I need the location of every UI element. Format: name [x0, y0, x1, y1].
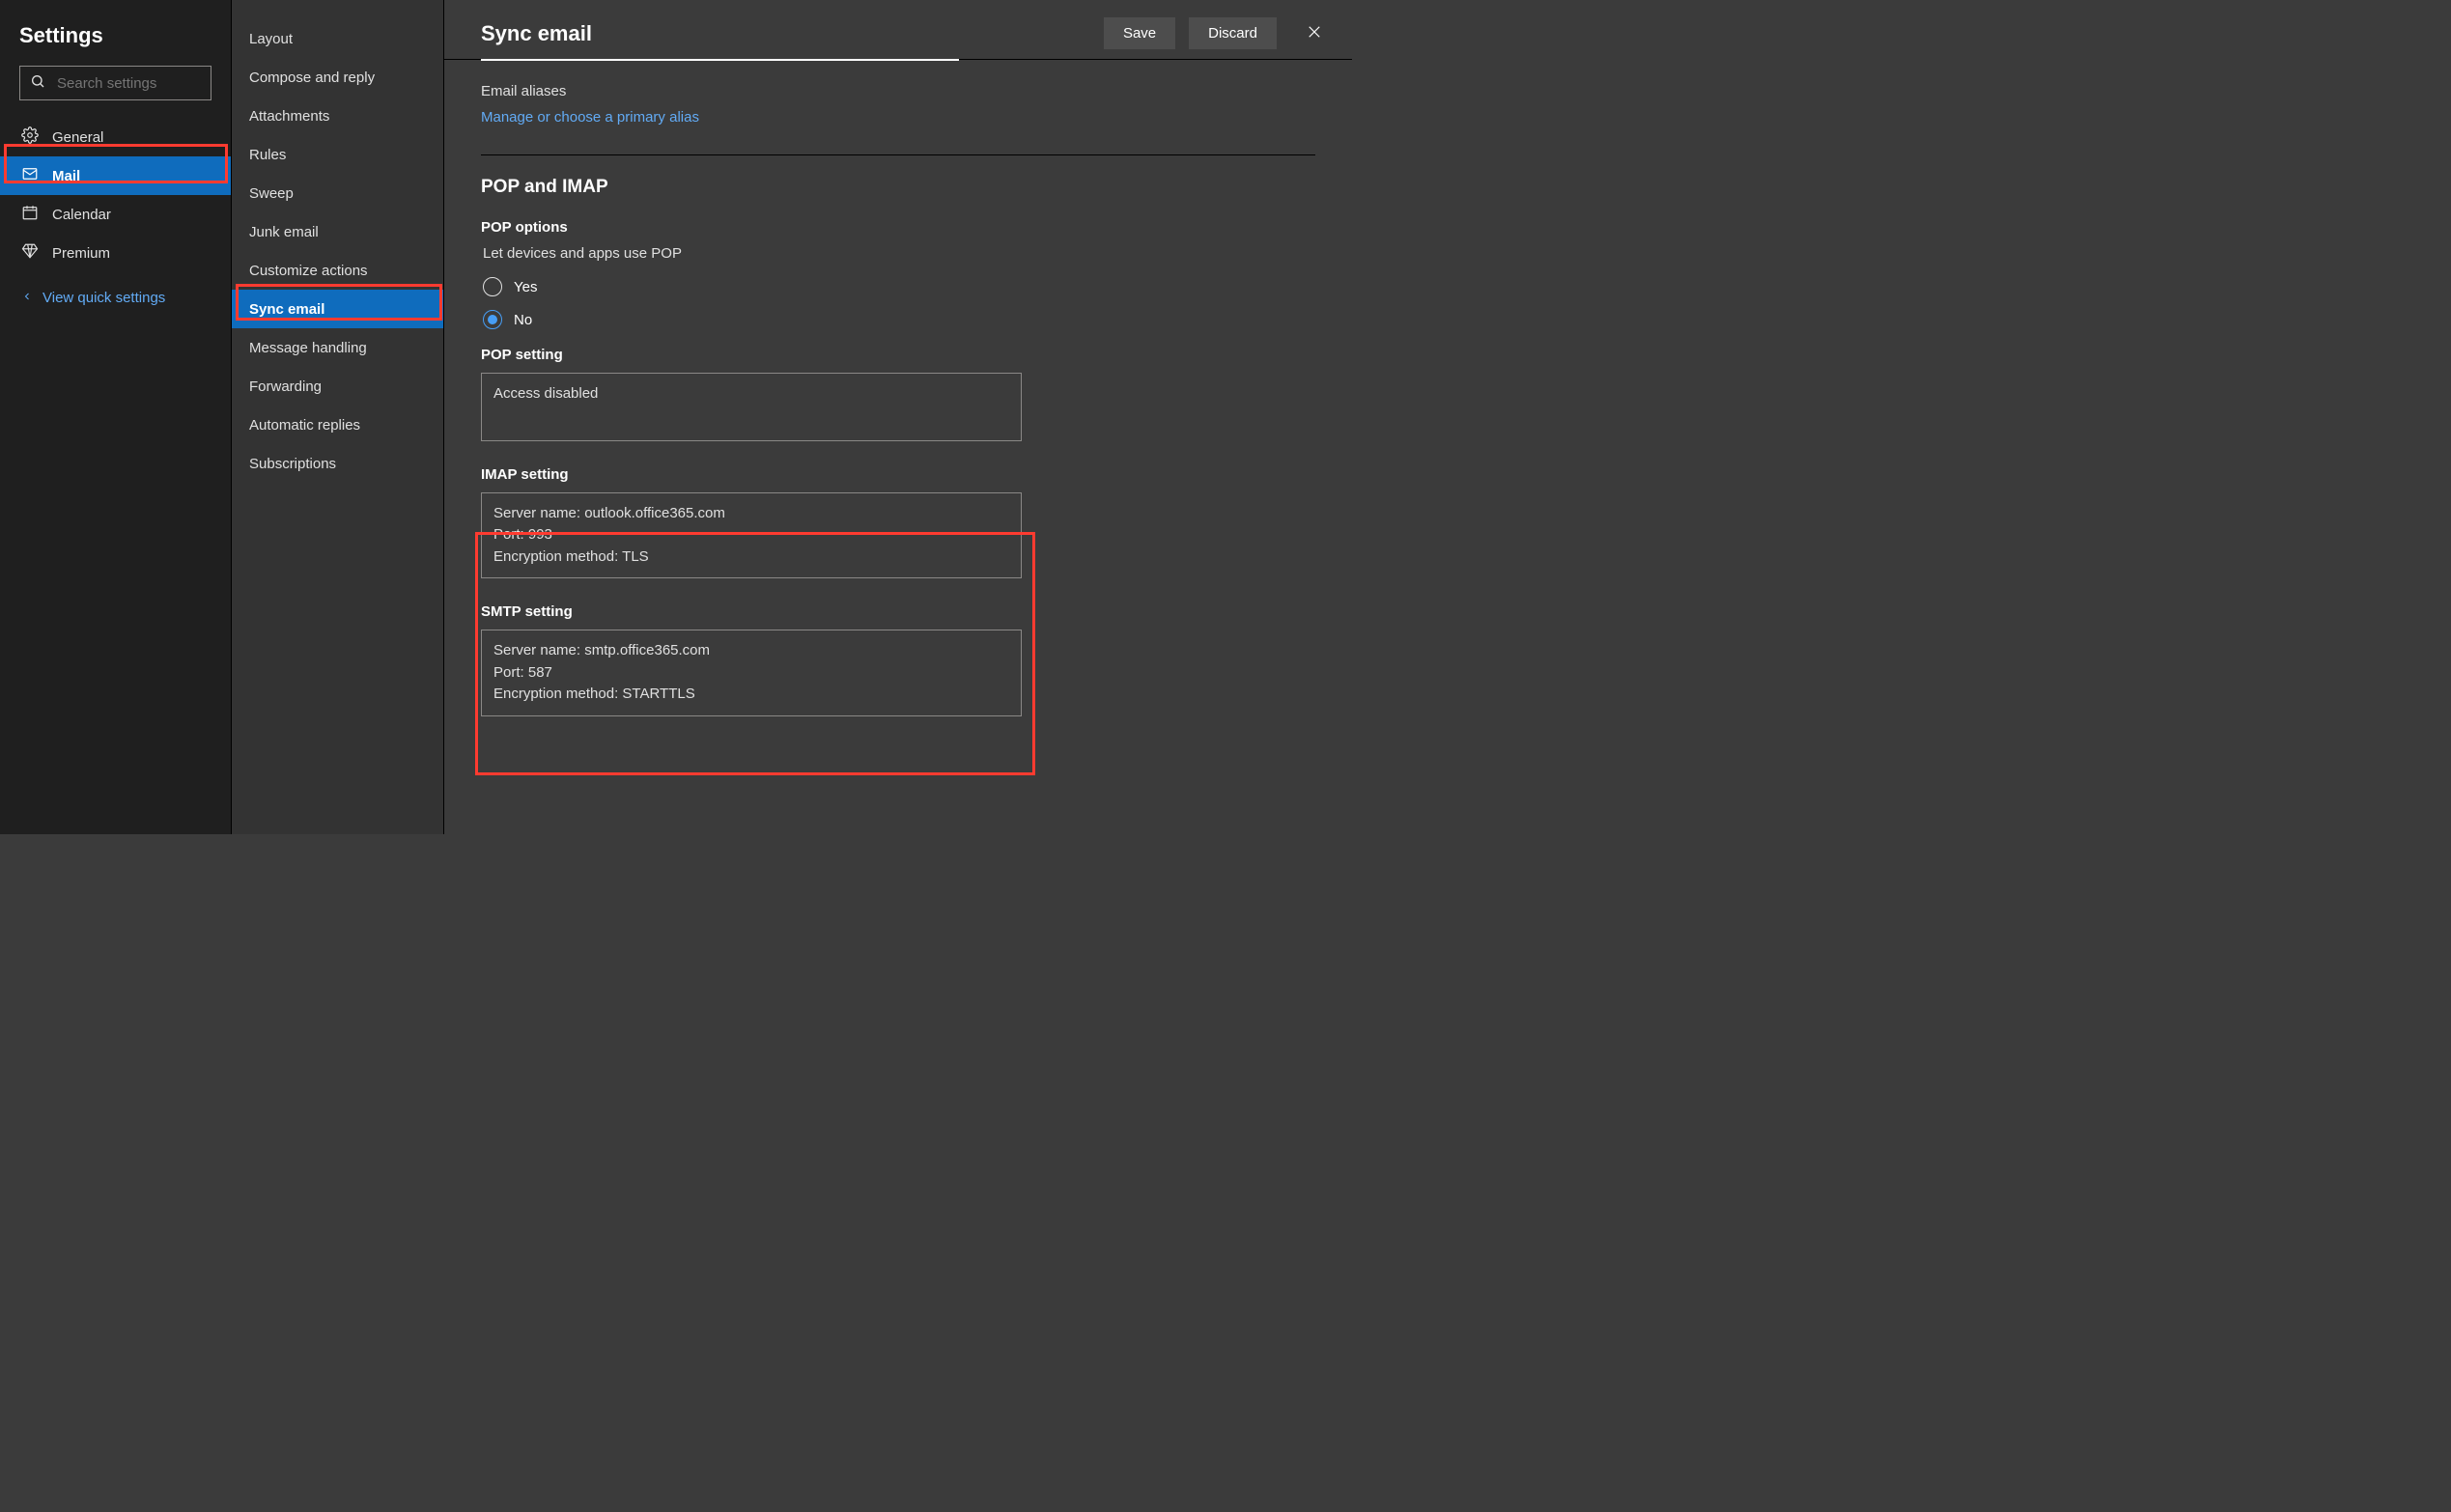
imap-enc-value: TLS: [622, 548, 649, 565]
manage-alias-link[interactable]: Manage or choose a primary alias: [481, 109, 699, 126]
sidebar-item-general[interactable]: General: [0, 118, 231, 156]
smtp-port-value: 587: [528, 664, 552, 681]
calendar-icon: [21, 204, 39, 225]
sec-item-sync-email[interactable]: Sync email: [232, 290, 443, 328]
sidebar-item-label: Mail: [52, 168, 80, 184]
sec-item-compose-reply[interactable]: Compose and reply: [232, 58, 443, 97]
gear-icon: [21, 126, 39, 148]
sec-item-sweep[interactable]: Sweep: [232, 174, 443, 212]
sidebar-item-label: Premium: [52, 245, 110, 262]
smtp-setting-head: SMTP setting: [481, 603, 1315, 620]
sidebar-item-label: General: [52, 129, 103, 146]
search-box[interactable]: [19, 66, 211, 100]
email-aliases-label: Email aliases: [481, 83, 1315, 99]
radio-icon: [483, 310, 502, 329]
sec-item-attachments[interactable]: Attachments: [232, 97, 443, 135]
header-actions: Save Discard: [1104, 17, 1329, 49]
pop-imap-head: POP and IMAP: [481, 177, 1315, 198]
pop-options-head: POP options: [481, 219, 1315, 236]
view-quick-settings-link[interactable]: View quick settings: [0, 272, 231, 323]
radio-label: No: [514, 312, 532, 328]
pop-radio-no[interactable]: No: [483, 310, 1315, 329]
discard-button[interactable]: Discard: [1189, 17, 1277, 49]
sec-item-junk-email[interactable]: Junk email: [232, 212, 443, 251]
tab-underline: [481, 59, 959, 61]
sec-item-automatic-replies[interactable]: Automatic replies: [232, 406, 443, 444]
sidebar-item-mail[interactable]: Mail: [0, 156, 231, 195]
sec-item-forwarding[interactable]: Forwarding: [232, 367, 443, 406]
sec-item-layout[interactable]: Layout: [232, 19, 443, 58]
radio-label: Yes: [514, 279, 537, 295]
mail-icon: [21, 165, 39, 186]
content-scroll[interactable]: Email aliases Manage or choose a primary…: [444, 62, 1352, 834]
imap-server-value: outlook.office365.com: [584, 505, 725, 521]
sec-item-subscriptions[interactable]: Subscriptions: [232, 444, 443, 483]
sidebar-secondary: Layout Compose and reply Attachments Rul…: [232, 0, 444, 834]
sidebar-item-label: Calendar: [52, 207, 111, 223]
main-header: Sync email Save Discard: [444, 0, 1352, 60]
imap-port-value: 993: [528, 526, 552, 543]
smtp-server-label: Server name:: [493, 642, 580, 658]
close-button[interactable]: [1300, 17, 1329, 49]
sidebar-item-premium[interactable]: Premium: [0, 234, 231, 272]
sidebar-item-calendar[interactable]: Calendar: [0, 195, 231, 234]
pop-radio-yes[interactable]: Yes: [483, 277, 1315, 296]
settings-title: Settings: [0, 14, 231, 66]
imap-port-label: Port:: [493, 526, 524, 543]
sec-item-customize-actions[interactable]: Customize actions: [232, 251, 443, 290]
smtp-port-label: Port:: [493, 664, 524, 681]
chevron-left-icon: [21, 290, 33, 306]
diamond-icon: [21, 242, 39, 264]
page-title: Sync email: [481, 21, 592, 46]
imap-setting-head: IMAP setting: [481, 466, 1315, 483]
save-button[interactable]: Save: [1104, 17, 1175, 49]
close-icon: [1306, 29, 1323, 43]
search-input[interactable]: [55, 74, 201, 93]
smtp-setting-box: Server name: smtp.office365.com Port: 58…: [481, 630, 1022, 716]
search-icon: [30, 73, 45, 94]
pop-setting-value: Access disabled: [493, 385, 598, 402]
main-panel: Sync email Save Discard Email aliases Ma…: [444, 0, 1352, 834]
sec-item-message-handling[interactable]: Message handling: [232, 328, 443, 367]
imap-setting-box: Server name: outlook.office365.com Port:…: [481, 492, 1022, 579]
radio-icon: [483, 277, 502, 296]
smtp-enc-label: Encryption method:: [493, 686, 618, 702]
pop-setting-box: Access disabled: [481, 373, 1022, 441]
imap-server-label: Server name:: [493, 505, 580, 521]
pop-options-desc: Let devices and apps use POP: [483, 245, 1315, 262]
pop-setting-head: POP setting: [481, 347, 1315, 363]
sidebar-primary: Settings General Mail Calendar Premium: [0, 0, 232, 834]
smtp-enc-value: STARTTLS: [622, 686, 694, 702]
sec-item-rules[interactable]: Rules: [232, 135, 443, 174]
divider: [481, 154, 1315, 155]
smtp-server-value: smtp.office365.com: [584, 642, 710, 658]
quick-settings-label: View quick settings: [42, 290, 165, 306]
imap-enc-label: Encryption method:: [493, 548, 618, 565]
